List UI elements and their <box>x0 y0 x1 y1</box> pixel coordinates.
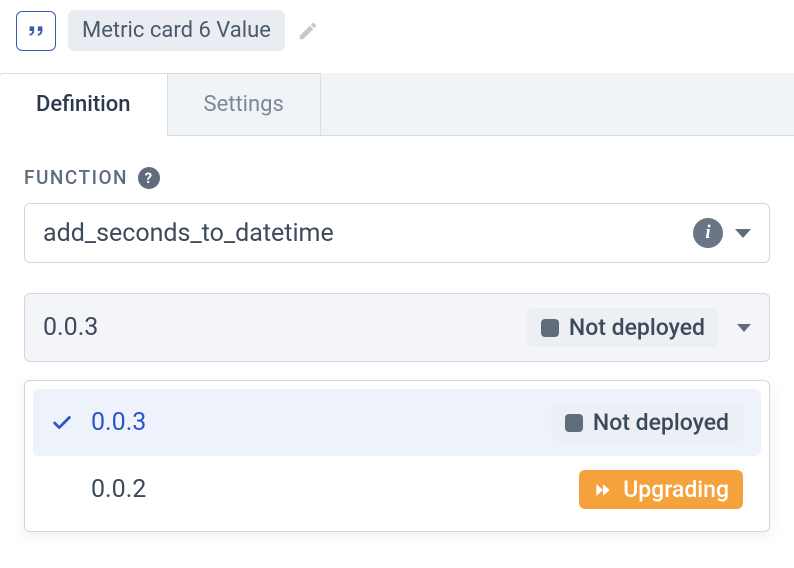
version-option-label: 0.0.2 <box>91 475 146 504</box>
chevron-down-icon <box>737 324 751 332</box>
fast-forward-icon <box>593 480 613 500</box>
tab-definition[interactable]: Definition <box>0 73 168 136</box>
check-icon <box>51 412 73 434</box>
status-badge: Upgrading <box>579 470 743 509</box>
version-option[interactable]: 0.0.3 Not deployed <box>33 389 761 456</box>
version-option[interactable]: 0.0.2 Upgrading <box>33 456 761 523</box>
version-selected-value: 0.0.3 <box>43 313 98 342</box>
function-label-text: FUNCTION <box>24 166 128 189</box>
card-title-chip[interactable]: Metric card 6 Value <box>68 10 285 51</box>
status-badge-text: Not deployed <box>593 409 729 436</box>
function-name: add_seconds_to_datetime <box>43 219 334 248</box>
edit-icon[interactable] <box>297 20 319 42</box>
stop-icon <box>565 414 583 432</box>
function-select[interactable]: add_seconds_to_datetime i <box>24 203 770 263</box>
quote-button[interactable] <box>16 11 56 51</box>
info-icon[interactable]: i <box>693 218 723 248</box>
version-status-badge: Not deployed <box>527 308 719 347</box>
stop-icon <box>541 319 559 337</box>
version-status-text: Not deployed <box>569 314 705 341</box>
tab-settings[interactable]: Settings <box>168 73 321 135</box>
version-option-label: 0.0.3 <box>91 408 146 437</box>
version-dropdown: 0.0.3 Not deployed 0.0.2 <box>24 380 770 532</box>
tabs: Definition Settings <box>0 73 794 136</box>
status-badge-text: Upgrading <box>623 476 729 503</box>
function-label: FUNCTION ? <box>24 166 770 189</box>
help-icon[interactable]: ? <box>138 167 160 189</box>
version-select[interactable]: 0.0.3 Not deployed <box>24 293 770 362</box>
quote-icon <box>25 20 47 42</box>
status-badge: Not deployed <box>551 403 743 442</box>
chevron-down-icon <box>735 229 751 238</box>
